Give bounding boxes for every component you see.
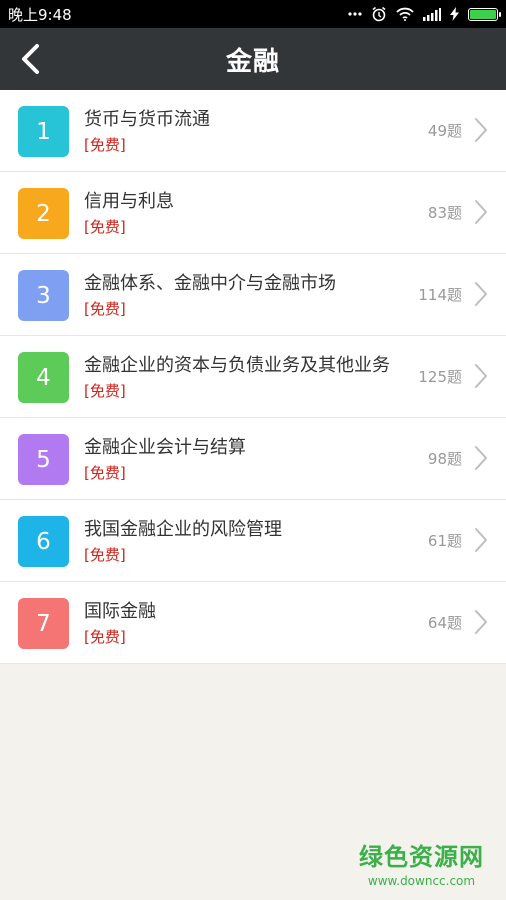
watermark: 绿色资源网 www.downcc.com [359,837,484,888]
chapter-number-badge: 4 [18,352,69,403]
chevron-right-icon [474,199,488,229]
free-tag: [免费] [84,300,126,318]
question-count: 114题 [418,286,462,304]
list-item-text: 信用与利息 [免费] [84,190,174,238]
charging-bolt-icon [450,7,459,21]
status-bar: 晚上9:48 [0,0,506,28]
free-tag: [免费] [84,628,126,646]
dots-icon [348,12,362,16]
question-count: 61题 [427,532,462,550]
watermark-url: www.downcc.com [367,874,476,888]
chapter-number-badge: 1 [18,106,69,157]
chapter-title: 金融企业的资本与负债业务及其他业务 [84,355,390,376]
chapter-number-badge: 2 [18,188,69,239]
question-count: 64题 [427,614,462,632]
chapter-list: 1 货币与货币流通 [免费] 49题 2 信用与利息 [免费] 83题 3 金融… [0,90,506,664]
list-item[interactable]: 2 信用与利息 [免费] 83题 [0,172,506,254]
free-tag: [免费] [84,546,126,564]
question-count: 49题 [427,122,462,140]
list-item[interactable]: 3 金融体系、金融中介与金融市场 [免费] 114题 [0,254,506,336]
question-count: 125题 [418,368,462,386]
list-item[interactable]: 1 货币与货币流通 [免费] 49题 [0,90,506,172]
list-item-text: 国际金融 [免费] [84,600,156,648]
battery-icon [468,7,501,21]
status-time: 晚上9:48 [8,5,72,24]
chevron-right-icon [474,445,488,475]
watermark-title: 绿色资源网 [359,843,484,871]
chevron-right-icon [474,117,488,147]
free-tag: [免费] [84,464,126,482]
list-item-text: 金融企业会计与结算 [免费] [84,436,246,484]
back-arrow-icon [22,44,39,74]
battery-level [470,9,496,19]
chevron-right-icon [474,527,488,557]
status-icons [348,6,501,22]
alarm-clock-icon [371,6,387,22]
wifi-icon [396,7,414,21]
chapter-number-badge: 7 [18,598,69,649]
free-tag: [免费] [84,218,126,236]
page-title: 金融 [225,46,280,77]
chapter-title: 信用与利息 [84,191,174,212]
chapter-number-badge: 6 [18,516,69,567]
list-item-text: 货币与货币流通 [免费] [84,108,210,156]
chapter-title: 金融企业会计与结算 [84,437,246,458]
chapter-title: 金融体系、金融中介与金融市场 [84,273,336,294]
free-tag: [免费] [84,136,126,154]
chapter-title: 国际金融 [84,601,156,622]
list-item-text: 金融企业的资本与负债业务及其他业务 [免费] [84,354,390,402]
chevron-right-icon [474,609,488,639]
list-item-text: 我国金融企业的风险管理 [免费] [84,518,282,566]
free-tag: [免费] [84,382,126,400]
list-item[interactable]: 6 我国金融企业的风险管理 [免费] 61题 [0,500,506,582]
chevron-right-icon [474,363,488,393]
back-button[interactable] [12,41,48,77]
question-count: 98题 [427,450,462,468]
chapter-number-badge: 5 [18,434,69,485]
question-count: 83题 [427,204,462,222]
header: 金融 [0,28,506,90]
chapter-title: 货币与货币流通 [84,109,210,130]
list-item-text: 金融体系、金融中介与金融市场 [免费] [84,272,336,320]
chevron-right-icon [474,281,488,311]
list-item[interactable]: 4 金融企业的资本与负债业务及其他业务 [免费] 125题 [0,336,506,418]
signal-icon [423,7,441,21]
list-item[interactable]: 7 国际金融 [免费] 64题 [0,582,506,664]
list-item[interactable]: 5 金融企业会计与结算 [免费] 98题 [0,418,506,500]
chapter-title: 我国金融企业的风险管理 [84,519,282,540]
chapter-number-badge: 3 [18,270,69,321]
